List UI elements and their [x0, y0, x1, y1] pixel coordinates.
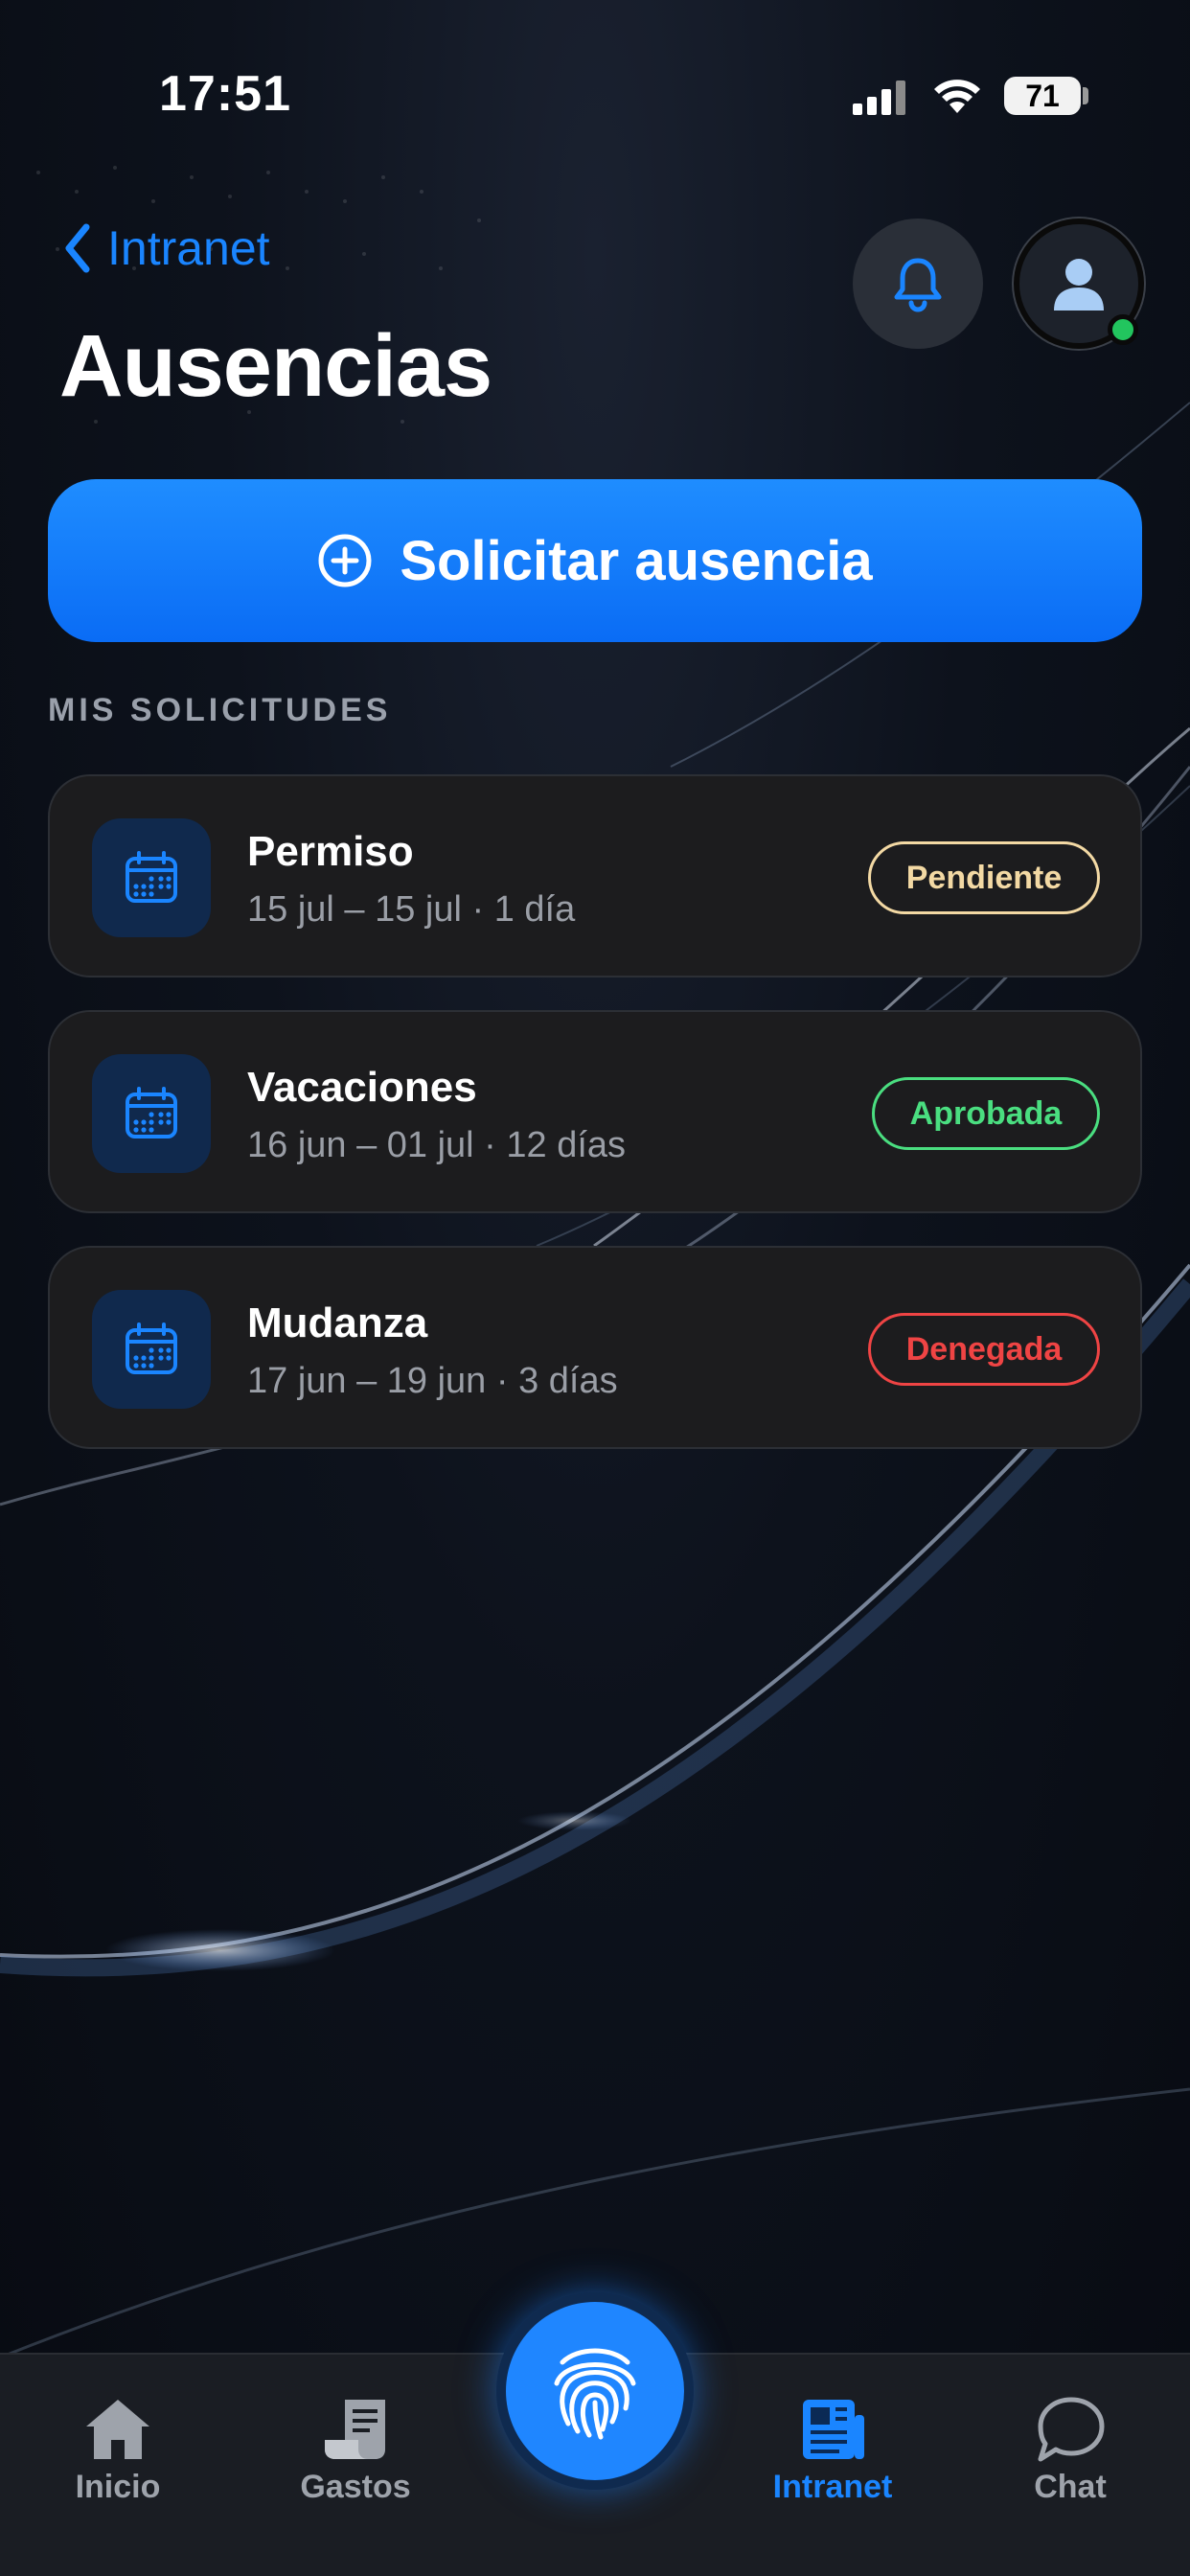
calendar-icon-tile [92, 1290, 211, 1409]
page-title: Ausencias [59, 317, 492, 415]
request-dates: 15 jul – 15 jul · 1 día [247, 889, 576, 930]
calendar-icon [126, 1087, 177, 1138]
plus-circle-icon [318, 534, 372, 587]
chevron-left-icon [65, 223, 90, 273]
tab-label: Intranet [772, 2469, 893, 2505]
fingerprint-button[interactable] [506, 2302, 684, 2480]
calendar-icon [126, 1322, 177, 1374]
request-dates: 16 jun – 01 jul · 12 días [247, 1125, 627, 1165]
back-button[interactable]: Intranet [63, 220, 270, 276]
home-icon [86, 2400, 149, 2459]
chat-bubble-icon [1038, 2397, 1105, 2462]
request-title: Mudanza [247, 1300, 428, 1346]
calendar-icon-tile [92, 818, 211, 937]
tab-inicio[interactable]: Inicio [22, 2396, 214, 2506]
status-time: 17:51 [159, 66, 291, 122]
status-badge-pending: Pendiente [868, 841, 1100, 914]
calendar-icon-tile [92, 1054, 211, 1173]
request-dates: 17 jun – 19 jun · 3 días [247, 1361, 618, 1401]
status-badge-denied: Denegada [868, 1313, 1100, 1386]
tab-gastos[interactable]: Gastos [260, 2396, 451, 2506]
bell-icon [894, 258, 942, 312]
request-card[interactable]: Permiso 15 jul – 15 jul · 1 día Pendient… [48, 774, 1142, 978]
receipt-icon [325, 2400, 385, 2459]
request-card[interactable]: Vacaciones 16 jun – 01 jul · 12 días Apr… [48, 1010, 1142, 1213]
tab-label: Inicio [75, 2469, 161, 2505]
status-badge-approved: Aprobada [872, 1077, 1100, 1150]
request-absence-button[interactable]: Solicitar ausencia [48, 479, 1142, 642]
tab-chat[interactable]: Chat [974, 2396, 1166, 2506]
tab-label: Gastos [300, 2469, 411, 2505]
notifications-button[interactable] [853, 218, 983, 349]
newspaper-icon [803, 2400, 864, 2459]
tab-label: Chat [1034, 2469, 1107, 2505]
battery-indicator: 71 [1004, 77, 1081, 115]
fingerprint-icon [554, 2348, 636, 2440]
calendar-icon [126, 851, 177, 903]
request-title: Permiso [247, 828, 414, 875]
online-status-dot [1108, 314, 1138, 345]
battery-nub [1083, 87, 1088, 104]
section-title: MIS SOLICITUDES [48, 692, 392, 728]
back-label: Intranet [107, 221, 270, 275]
request-card[interactable]: Mudanza 17 jun – 19 jun · 3 días Denegad… [48, 1246, 1142, 1449]
wifi-icon [934, 80, 980, 113]
request-title: Vacaciones [247, 1064, 477, 1111]
tab-intranet[interactable]: Intranet [737, 2396, 928, 2506]
user-icon [1054, 259, 1104, 310]
cellular-signal-icon [853, 80, 905, 115]
request-absence-label: Solicitar ausencia [400, 529, 873, 592]
